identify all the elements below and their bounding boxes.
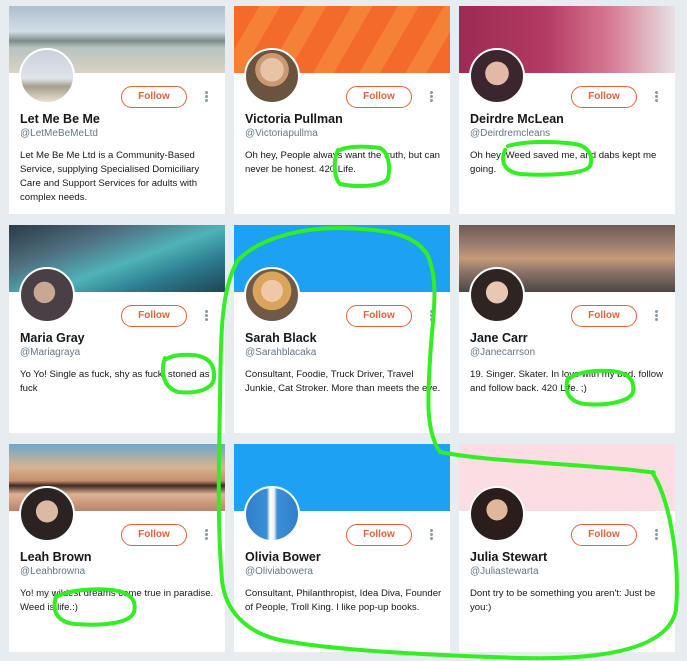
profile-card-grid: Follow Let Me Be Me @LetMeBeMeLtd Let Me… [9, 6, 675, 656]
more-options-icon[interactable] [427, 309, 435, 323]
profile-name[interactable]: Leah Brown [20, 550, 92, 564]
profile-name[interactable]: Victoria Pullman [245, 112, 343, 126]
profile-name[interactable]: Let Me Be Me [20, 112, 100, 126]
more-options-icon[interactable] [427, 528, 435, 542]
profile-bio: Oh hey, People always want the truth, bu… [245, 150, 441, 175]
avatar[interactable] [244, 267, 300, 323]
more-options-icon[interactable] [652, 528, 660, 542]
follow-button[interactable]: Follow [571, 305, 637, 327]
profile-handle[interactable]: @LetMeBeMeLtd [20, 128, 98, 139]
avatar[interactable] [469, 486, 525, 542]
profile-card[interactable]: Follow Sarah Black @Sarahblacaka Consult… [234, 225, 450, 433]
profile-bio: 19. Singer. Skater. In love with my bed.… [470, 369, 664, 394]
profile-handle[interactable]: @Oliviabowera [245, 566, 313, 577]
profile-handle[interactable]: @Sarahblacaka [245, 347, 316, 358]
follow-button[interactable]: Follow [346, 305, 412, 327]
profile-bio: Dont try to be something you aren't: Jus… [470, 588, 656, 613]
profile-name[interactable]: Sarah Black [245, 331, 317, 345]
profile-card[interactable]: Follow Victoria Pullman @Victoriapullma … [234, 6, 450, 214]
profile-bio: Consultant, Foodie, Truck Driver, Travel… [245, 369, 441, 394]
follow-button[interactable]: Follow [121, 305, 187, 327]
profile-bio: Oh hey. Weed saved me, and dabs kept me … [470, 150, 657, 175]
avatar[interactable] [19, 486, 75, 542]
more-options-icon[interactable] [652, 309, 660, 323]
avatar[interactable] [244, 48, 300, 104]
avatar[interactable] [19, 267, 75, 323]
profile-name[interactable]: Julia Stewart [470, 550, 547, 564]
more-options-icon[interactable] [202, 528, 210, 542]
avatar[interactable] [469, 48, 525, 104]
profile-card[interactable]: Follow Leah Brown @Leahbrowna Yo! my wil… [9, 444, 225, 652]
profile-name[interactable]: Maria Gray [20, 331, 85, 345]
profile-bio: Yo Yo! Single as fuck, shy as fuck, ston… [20, 369, 210, 394]
follow-button[interactable]: Follow [571, 524, 637, 546]
more-options-icon[interactable] [202, 309, 210, 323]
avatar[interactable] [469, 267, 525, 323]
profile-handle[interactable]: @Leahbrowna [20, 566, 85, 577]
profile-handle[interactable]: @Janecarrson [470, 347, 535, 358]
avatar[interactable] [244, 486, 300, 542]
profile-handle[interactable]: @Deirdremcleans [470, 128, 550, 139]
follow-button[interactable]: Follow [346, 86, 412, 108]
more-options-icon[interactable] [427, 90, 435, 104]
profile-name[interactable]: Deirdre McLean [470, 112, 564, 126]
profile-name[interactable]: Olivia Bower [245, 550, 321, 564]
profile-bio: Yo! my wildest dreams come true in parad… [20, 588, 214, 613]
more-options-icon[interactable] [652, 90, 660, 104]
profile-card[interactable]: Follow Deirdre McLean @Deirdremcleans Oh… [459, 6, 675, 214]
profile-name[interactable]: Jane Carr [470, 331, 528, 345]
profile-handle[interactable]: @Mariagraya [20, 347, 80, 358]
avatar[interactable] [19, 48, 75, 104]
profile-handle[interactable]: @Juliastewarta [470, 566, 539, 577]
profile-bio: Consultant, Philanthropist, Idea Diva, F… [245, 588, 442, 613]
profile-card[interactable]: Follow Maria Gray @Mariagraya Yo Yo! Sin… [9, 225, 225, 433]
profile-card[interactable]: Follow Julia Stewart @Juliastewarta Dont… [459, 444, 675, 652]
follow-button[interactable]: Follow [346, 524, 412, 546]
profile-card[interactable]: Follow Let Me Be Me @LetMeBeMeLtd Let Me… [9, 6, 225, 214]
follow-button[interactable]: Follow [121, 86, 187, 108]
profile-card[interactable]: Follow Olivia Bower @Oliviabowera Consul… [234, 444, 450, 652]
profile-bio: Let Me Be Me Ltd is a Community-Based Se… [20, 150, 200, 203]
profile-handle[interactable]: @Victoriapullma [245, 128, 318, 139]
profile-card[interactable]: Follow Jane Carr @Janecarrson 19. Singer… [459, 225, 675, 433]
follow-button[interactable]: Follow [121, 524, 187, 546]
more-options-icon[interactable] [202, 90, 210, 104]
follow-button[interactable]: Follow [571, 86, 637, 108]
